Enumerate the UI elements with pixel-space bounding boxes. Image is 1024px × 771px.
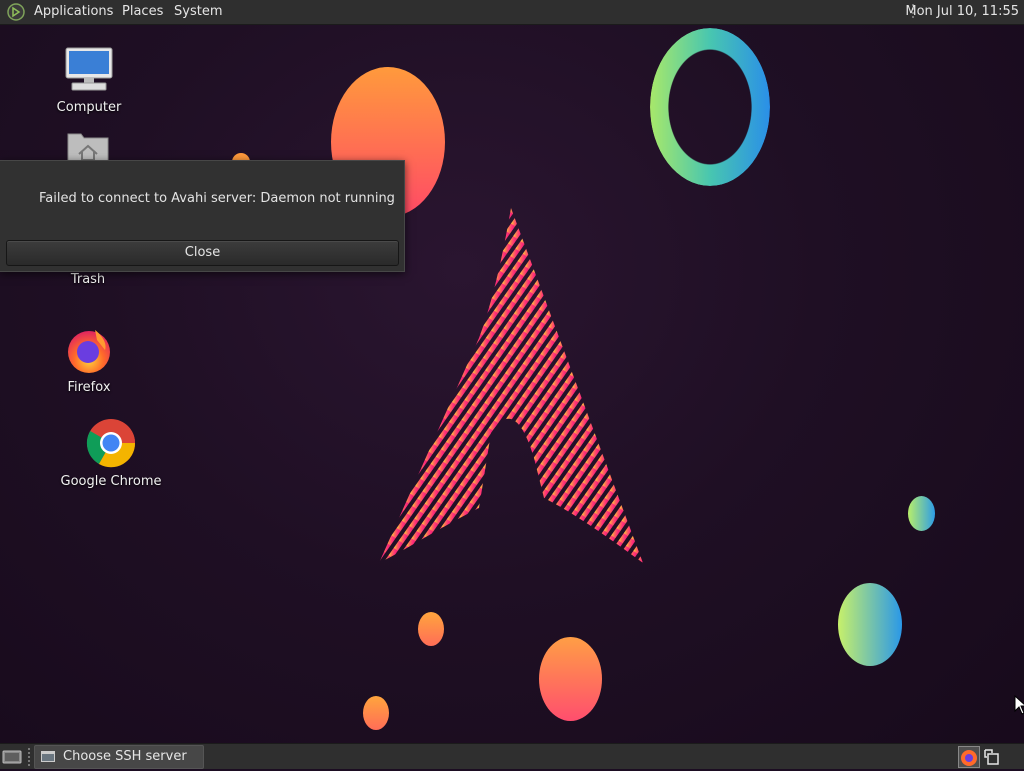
desktop-icon-label: Google Chrome — [60, 474, 162, 489]
mate-menu-icon[interactable] — [7, 3, 25, 21]
bottom-panel: Choose SSH server — [0, 743, 1024, 769]
top-panel: Applications Places System Mon Jul 10, 1… — [0, 0, 1024, 25]
desktop-icon-label: Trash — [70, 272, 106, 287]
workspace-switcher[interactable] — [958, 746, 980, 768]
firefox-icon — [961, 750, 977, 766]
wallpaper-bubble — [539, 637, 602, 721]
desktop-icon-label: Computer — [56, 100, 122, 115]
window-list-icon[interactable] — [983, 748, 1001, 766]
home-folder-icon — [67, 133, 109, 163]
computer-icon — [65, 47, 113, 91]
menu-places[interactable]: Places — [122, 4, 163, 19]
clock[interactable]: Mon Jul 10, 11:55 — [905, 4, 1019, 19]
menu-system[interactable]: System — [174, 4, 222, 19]
taskbar-item-label: Choose SSH server — [63, 749, 187, 764]
window-icon — [41, 751, 55, 762]
firefox-icon — [68, 330, 110, 373]
wallpaper-ring — [650, 28, 770, 186]
desktop-icon-label: Firefox — [67, 380, 111, 395]
wallpaper-bubble — [908, 496, 935, 531]
desktop-wallpaper — [0, 0, 1024, 768]
wallpaper-bubble — [363, 696, 389, 730]
wallpaper-bubble — [838, 583, 902, 666]
desktop-icon-trash[interactable]: Trash — [55, 270, 121, 287]
desktop-icon-chrome[interactable]: Google Chrome — [55, 418, 167, 489]
show-desktop-icon[interactable] — [2, 749, 22, 765]
error-dialog: Failed to connect to Avahi server: Daemo… — [0, 160, 405, 272]
chrome-icon — [86, 419, 136, 468]
menu-applications[interactable]: Applications — [34, 4, 113, 19]
arch-logo — [379, 208, 643, 563]
close-button[interactable]: Close — [6, 240, 399, 266]
dialog-message: Failed to connect to Avahi server: Daemo… — [39, 191, 395, 206]
panel-separator — [28, 748, 30, 766]
wallpaper-bubble — [418, 612, 444, 646]
mouse-cursor-icon — [1014, 695, 1024, 715]
taskbar-item-choose-ssh-server[interactable]: Choose SSH server — [34, 745, 204, 769]
desktop-icon-firefox[interactable]: Firefox — [50, 326, 128, 395]
desktop-icon-computer[interactable]: Computer — [48, 46, 130, 115]
